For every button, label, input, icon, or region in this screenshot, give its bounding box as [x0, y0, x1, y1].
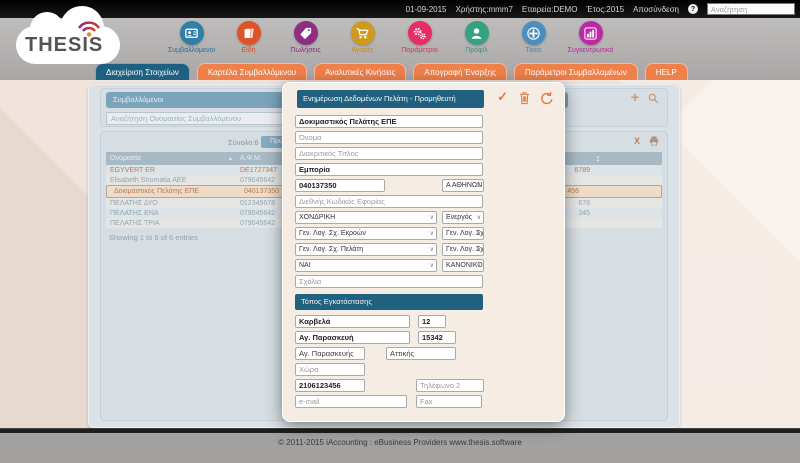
- sort-asc-icon: ▲: [228, 156, 233, 162]
- company-name-field[interactable]: [295, 115, 483, 128]
- first-name-field[interactable]: [295, 131, 483, 144]
- gl-customer-2-select[interactable]: Γεν. Λογ. Σχ∨: [442, 243, 484, 256]
- nav-label: Είδη: [241, 47, 255, 54]
- gl-expenses-select[interactable]: Γεν. Λογ. Σχ. Εκροών∨: [295, 227, 437, 240]
- app-window: 01-09-2015 Χρήστης:mmm7 Εταιρεία:DEMO Έτ…: [0, 0, 800, 463]
- tab-contact-parameters[interactable]: Παράμετροι Συμβαλλομένων: [514, 63, 638, 80]
- nav-item-contacts[interactable]: Συμβαλλόμενοι: [163, 21, 220, 54]
- column-header-extra[interactable]: ▲▼: [596, 155, 662, 162]
- tab-detailed-movements[interactable]: Αναλυτικές Κινήσεις: [314, 63, 406, 80]
- yes-no-select[interactable]: ΝΑΙ∨: [295, 259, 437, 272]
- nav-item-sales[interactable]: Πωλήσεις: [277, 21, 334, 54]
- modal-title: Ενημέρωση Δεδομένων Πελάτη - Προμηθευτή: [297, 90, 484, 108]
- logout-link[interactable]: Αποσύνδεση: [633, 5, 679, 14]
- installation-section-title: Τόπος Εγκατάστασης: [295, 294, 483, 310]
- chevron-down-icon: ∨: [477, 260, 481, 272]
- topbar: 01-09-2015 Χρήστης:mmm7 Εταιρεία:DEMO Έτ…: [0, 0, 800, 18]
- price-list-select[interactable]: ΧΟΝΔΡΙΚΗ∨: [295, 211, 437, 224]
- nav-label: Αγορές: [351, 47, 373, 54]
- nav-label: Προφίλ: [465, 47, 488, 54]
- nav-item-profile[interactable]: Προφίλ: [448, 21, 505, 54]
- tab-bar: Διαχείριση Στοιχείων Καρτέλα Συμβαλλόμεν…: [95, 63, 688, 80]
- logo-title: THESIS: [25, 34, 103, 57]
- vat-number-field[interactable]: [295, 179, 385, 192]
- trade-title-field[interactable]: [295, 147, 483, 160]
- add-contact-icon[interactable]: +: [631, 89, 639, 105]
- profession-field[interactable]: [295, 163, 483, 176]
- phone1-field[interactable]: [295, 379, 365, 392]
- company-label: Εταιρεία:DEMO: [522, 5, 578, 14]
- nav-label: Συγκεντρωτικά: [568, 47, 614, 54]
- sales-tag-icon: [294, 21, 318, 45]
- help-icon[interactable]: ?: [688, 4, 698, 14]
- chevron-down-icon: ∨: [430, 228, 434, 240]
- vat-regime-select[interactable]: ΚΑΝΟΝΙΚΟΣ∨: [442, 259, 484, 272]
- tab-opening-inventory[interactable]: Απογραφή Έναρξης: [413, 63, 507, 80]
- nav-item-taxis[interactable]: Taxis: [505, 21, 562, 54]
- header: THESIS Συμβαλλόμενοι Είδη Πωλήσεις: [0, 18, 800, 80]
- contacts-icon: [180, 21, 204, 45]
- content-area: Συμβαλλόμενοι + Σύνολο:6 Πρώτο X Ονομα: [0, 80, 800, 428]
- nav-label: Παράμετροι: [401, 47, 437, 54]
- nav-item-reports[interactable]: Συγκεντρωτικά: [562, 21, 619, 54]
- edit-contact-modal: Ενημέρωση Δεδομένων Πελάτη - Προμηθευτή …: [282, 82, 565, 422]
- global-search-input[interactable]: [707, 3, 795, 15]
- chevron-down-icon: ∨: [430, 212, 434, 224]
- year-label: Έτος:2015: [586, 5, 624, 14]
- intl-tax-code-field[interactable]: [295, 195, 483, 208]
- user-label: Χρήστης:mmm7: [455, 5, 512, 14]
- chevron-down-icon: ∨: [430, 260, 434, 272]
- tax-office-select[interactable]: Α ΑΘΗΝΩΝ∨: [442, 179, 484, 192]
- gl-expenses-2-select[interactable]: Γεν. Λογ. Σχ∨: [442, 227, 484, 240]
- nav-label: Συμβαλλόμενοι: [168, 47, 215, 54]
- nav-item-parameters[interactable]: Παράμετροι: [391, 21, 448, 54]
- municipality-field[interactable]: [295, 347, 365, 360]
- chevron-down-icon: ∨: [477, 212, 481, 224]
- save-check-icon[interactable]: ✓: [497, 89, 508, 105]
- chevron-down-icon: ∨: [477, 244, 481, 256]
- status-select[interactable]: Ενεργός∨: [442, 211, 484, 224]
- logo[interactable]: THESIS: [16, 12, 120, 68]
- email-field[interactable]: [295, 395, 407, 408]
- footer: © 2011-2015 iAccounting : eBusiness Prov…: [0, 428, 800, 463]
- undo-icon[interactable]: [540, 91, 554, 105]
- sort-both-icon: ▲▼: [596, 155, 600, 162]
- column-header-name[interactable]: Ονομασία ▲: [106, 155, 236, 162]
- bar-chart-icon: [579, 21, 603, 45]
- taxis-cross-icon: [522, 21, 546, 45]
- person-icon: [465, 21, 489, 45]
- city-field[interactable]: [295, 331, 410, 344]
- postal-code-field[interactable]: [418, 331, 456, 344]
- main-nav: Συμβαλλόμενοι Είδη Πωλήσεις Αγορές: [163, 21, 619, 54]
- contact-form: Α ΑΘΗΝΩΝ∨ ΧΟΝΔΡΙΚΗ∨ Ενεργός∨ Γεν. Λογ. Σ…: [295, 115, 555, 411]
- phone2-field[interactable]: [416, 379, 484, 392]
- country-field[interactable]: [295, 363, 365, 376]
- nav-item-items[interactable]: Είδη: [220, 21, 277, 54]
- tab-contact-card[interactable]: Καρτέλα Συμβαλλόμενου: [197, 63, 307, 80]
- total-label: Σύνολο:6: [228, 138, 259, 147]
- nav-item-purchases[interactable]: Αγορές: [334, 21, 391, 54]
- gl-customer-select[interactable]: Γεν. Λογ. Σχ. Πελάτη∨: [295, 243, 437, 256]
- search-icon[interactable]: [648, 93, 659, 104]
- print-icon[interactable]: [648, 135, 660, 147]
- chevron-down-icon: ∨: [430, 244, 434, 256]
- date-label: 01-09-2015: [406, 5, 447, 14]
- comments-field[interactable]: [295, 275, 483, 288]
- chevron-down-icon: ∨: [477, 180, 481, 192]
- chevron-down-icon: ∨: [477, 228, 481, 240]
- fax-field[interactable]: [416, 395, 482, 408]
- street-field[interactable]: [295, 315, 410, 328]
- export-excel-icon[interactable]: X: [634, 136, 640, 146]
- gears-icon: [408, 21, 432, 45]
- items-icon: [237, 21, 261, 45]
- nav-label: Taxis: [526, 47, 542, 54]
- street-number-field[interactable]: [418, 315, 446, 328]
- delete-trash-icon[interactable]: [518, 91, 531, 105]
- cart-icon: [351, 21, 375, 45]
- prefecture-field[interactable]: [386, 347, 456, 360]
- tab-help[interactable]: HELP: [645, 63, 688, 80]
- nav-label: Πωλήσεις: [290, 47, 320, 54]
- copyright-label: © 2011-2015 iAccounting : eBusiness Prov…: [278, 438, 522, 463]
